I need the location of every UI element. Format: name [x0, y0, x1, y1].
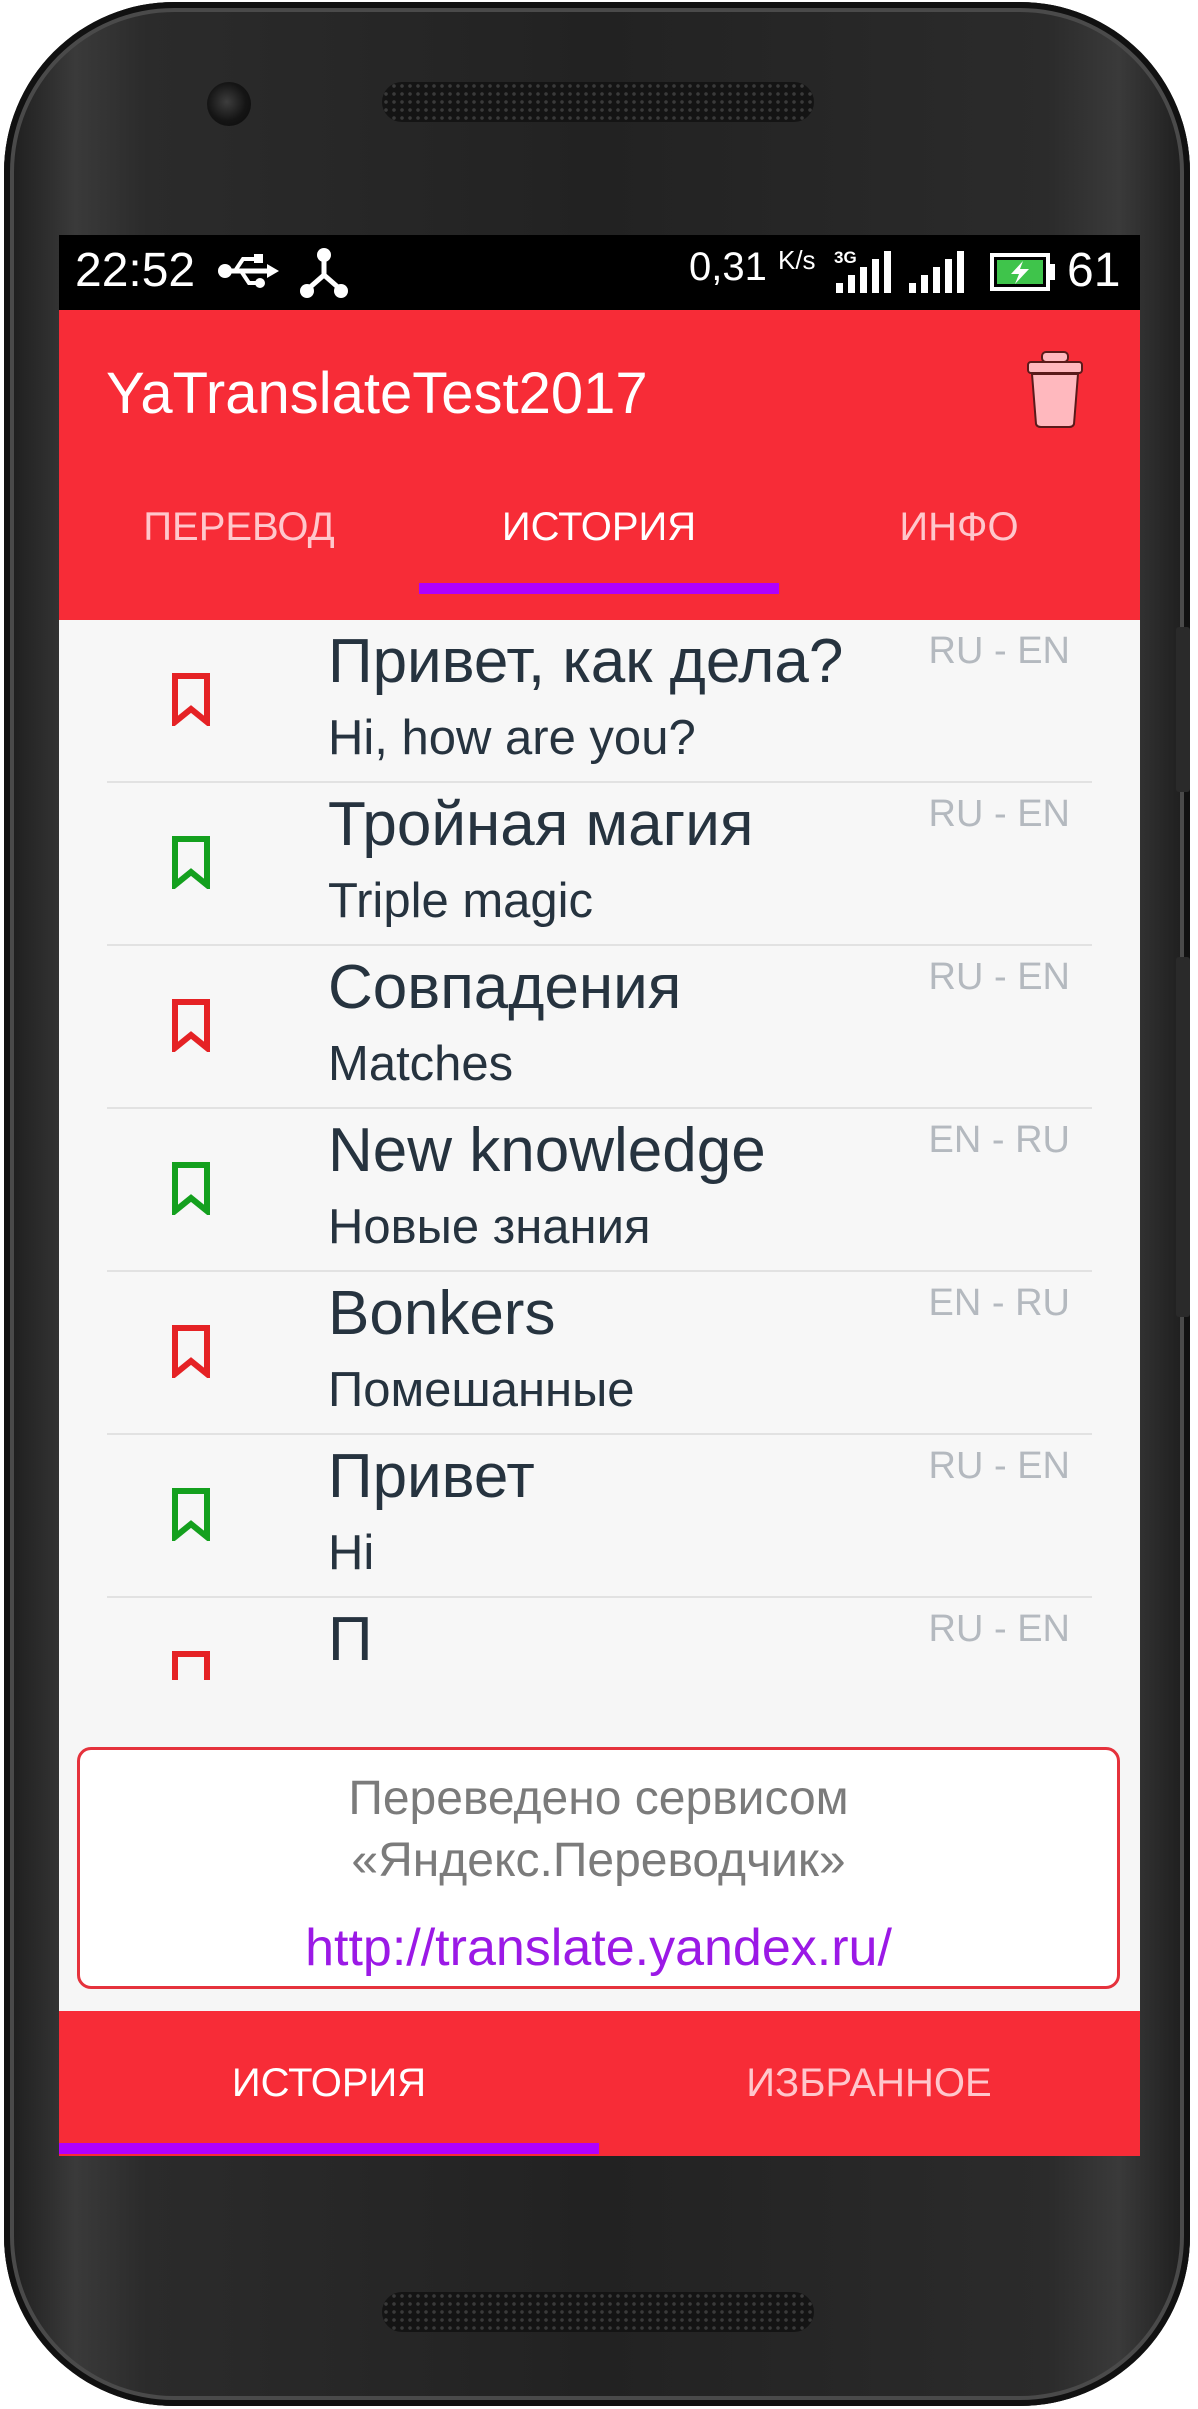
usb-icon [218, 254, 279, 288]
language-pair: RU - EN [928, 1608, 1070, 1650]
bookmark-icon[interactable] [171, 835, 211, 889]
history-item[interactable]: П RU - EN [107, 1598, 1092, 1680]
trash-icon[interactable] [1026, 350, 1084, 428]
power-button [1176, 627, 1190, 792]
translation-text: Matches [328, 1037, 514, 1091]
language-pair: RU - EN [928, 793, 1070, 835]
volume-button [1176, 957, 1190, 1317]
signal-3g-icon: 3G [834, 248, 891, 293]
history-item[interactable]: New knowledge Новые знания EN - RU [107, 1109, 1092, 1272]
history-item[interactable]: Совпадения Matches RU - EN [107, 946, 1092, 1109]
history-item[interactable]: Привет, как дела? Hi, how are you? RU - … [107, 620, 1092, 783]
battery-level: 61 [1067, 244, 1121, 297]
source-text: Bonkers [328, 1279, 556, 1348]
bottom-tab-favorites[interactable]: ИЗБРАННОЕ [599, 2061, 1139, 2106]
history-item[interactable]: Привет Hi RU - EN [107, 1435, 1092, 1598]
language-pair: RU - EN [928, 1445, 1070, 1487]
network-type-label: 3G [834, 248, 857, 267]
tab-indicator [419, 583, 779, 594]
language-pair: EN - RU [928, 1119, 1070, 1161]
translation-text: Hi, how are you? [328, 711, 696, 765]
language-pair: RU - EN [928, 630, 1070, 672]
credit-line-2: «Яндекс.Переводчик» [351, 1834, 846, 1887]
translation-text: Новые знания [328, 1200, 651, 1254]
bookmark-icon[interactable] [171, 672, 211, 726]
bottom-speaker [382, 2292, 814, 2332]
tab-history[interactable]: ИСТОРИЯ [419, 505, 779, 550]
front-camera [207, 82, 251, 126]
history-item[interactable]: Тройная магия Triple magic RU - EN [107, 783, 1092, 946]
source-text: П [328, 1605, 373, 1674]
bottom-tab-bar: ИСТОРИЯ ИЗБРАННОЕ [59, 2011, 1140, 2156]
source-text: Привет, как дела? [328, 627, 844, 696]
bookmark-icon[interactable] [171, 1487, 211, 1541]
battery-charging-icon [990, 253, 1055, 291]
status-time: 22:52 [75, 244, 196, 297]
source-text: Совпадения [328, 953, 682, 1022]
source-text: Привет [328, 1442, 535, 1511]
earpiece-speaker [382, 82, 814, 122]
phone-frame: 22:52 0,31 K/s 3G 61 YaTranslateTest2017… [4, 2, 1190, 2406]
language-pair: RU - EN [928, 956, 1070, 998]
history-list[interactable]: Привет, как дела? Hi, how are you? RU - … [59, 620, 1140, 1680]
bookmark-icon[interactable] [171, 1161, 211, 1215]
yandex-link[interactable]: http://translate.yandex.ru/ [80, 1918, 1117, 1978]
bottom-tab-indicator [59, 2143, 599, 2154]
signal-icon [909, 251, 964, 293]
bookmark-icon[interactable] [171, 998, 211, 1052]
bottom-tab-history[interactable]: ИСТОРИЯ [59, 2061, 599, 2106]
net-speed: 0,31 K/s [689, 245, 816, 289]
app-title: YaTranslateTest2017 [106, 361, 648, 426]
bookmark-icon[interactable] [171, 1650, 211, 1680]
history-item[interactable]: Bonkers Помешанные EN - RU [107, 1272, 1092, 1435]
screen: 22:52 0,31 K/s 3G 61 YaTranslateTest2017… [59, 235, 1140, 2156]
bookmark-icon[interactable] [171, 1324, 211, 1378]
source-text: New knowledge [328, 1116, 766, 1185]
yandex-credit: Переведено сервисом «Яндекс.Переводчик» … [77, 1747, 1120, 1989]
tab-translate[interactable]: ПЕРЕВОД [59, 505, 419, 550]
credit-text: Переведено сервисом «Яндекс.Переводчик» [80, 1768, 1117, 1892]
language-pair: EN - RU [928, 1282, 1070, 1324]
translation-text: Hi [328, 1526, 375, 1580]
translation-text: Помешанные [328, 1363, 635, 1417]
share-icon [300, 248, 348, 298]
credit-line-1: Переведено сервисом [348, 1772, 849, 1825]
translation-text: Triple magic [328, 874, 594, 928]
source-text: Тройная магия [328, 790, 754, 859]
tab-info[interactable]: ИНФО [779, 505, 1139, 550]
status-bar: 22:52 0,31 K/s 3G 61 [59, 235, 1140, 310]
